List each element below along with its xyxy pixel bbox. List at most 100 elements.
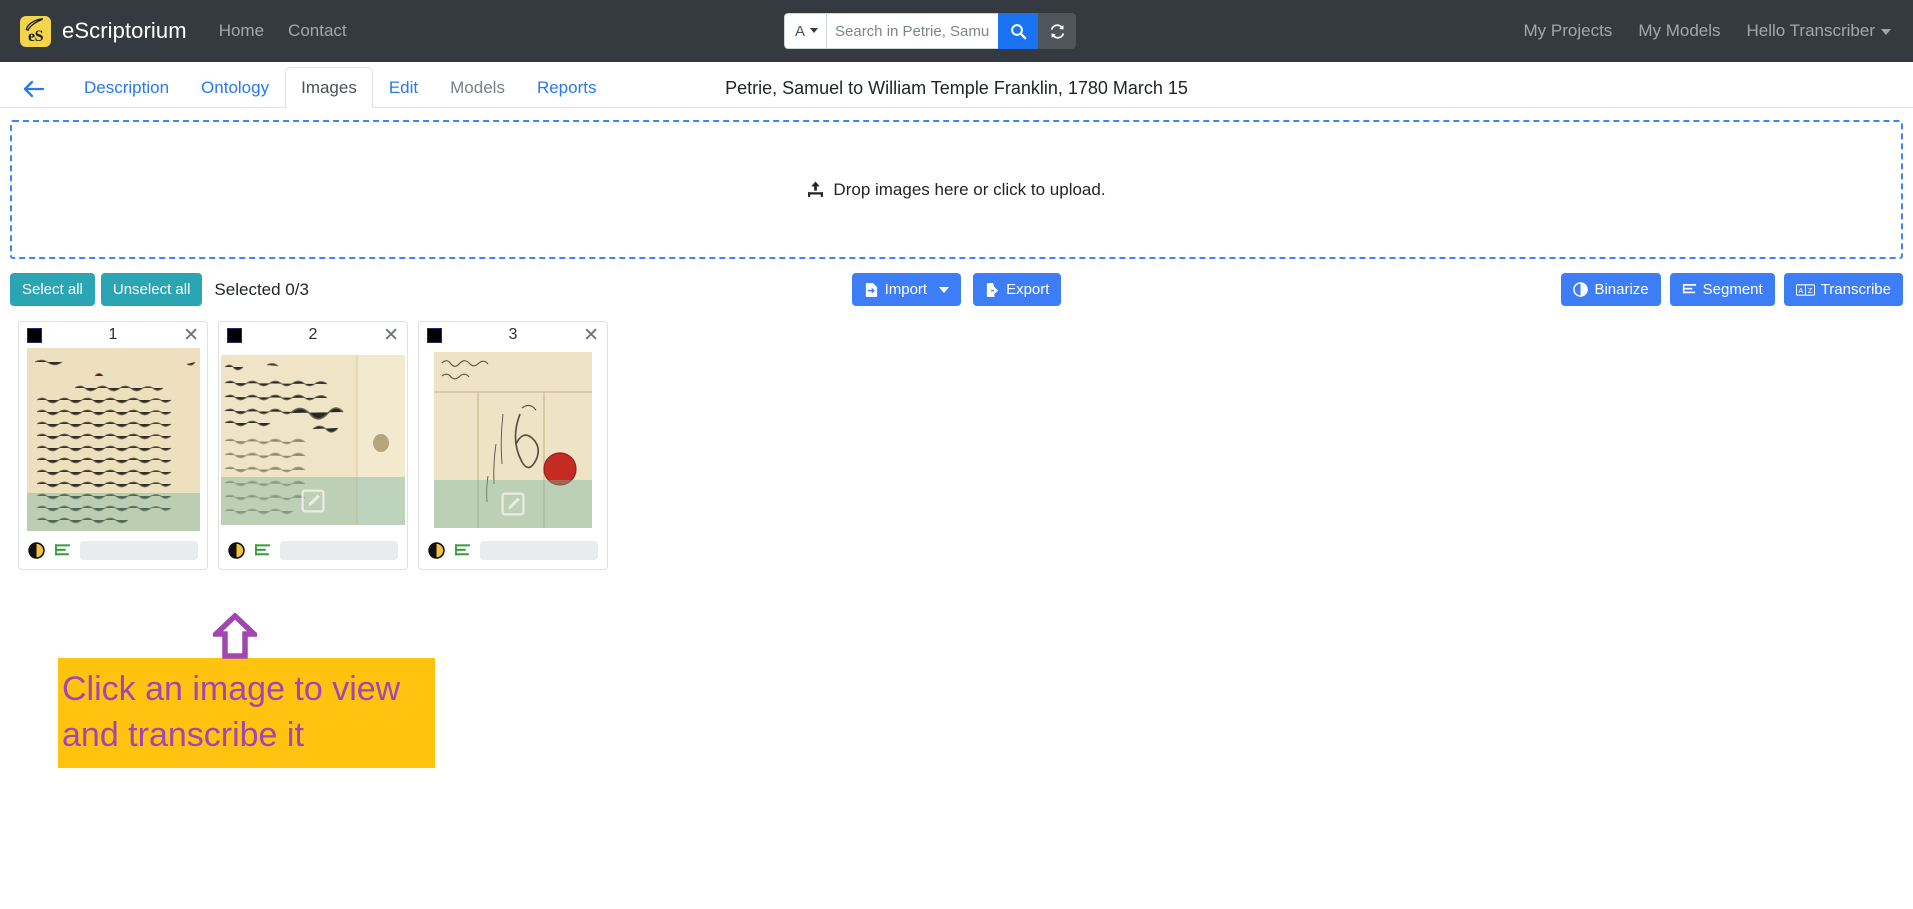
progress-bar [280, 540, 398, 560]
card-checkbox[interactable] [27, 327, 42, 343]
svg-text:Z: Z [1808, 286, 1813, 295]
card-number: 2 [308, 326, 318, 343]
card-number: 3 [508, 326, 518, 343]
annotation-callout: Click an image to view and transcribe it [58, 613, 435, 769]
lines-icon[interactable] [254, 542, 271, 559]
image-card[interactable]: 2 ✕ [218, 321, 408, 570]
refresh-button[interactable] [1038, 13, 1076, 49]
refresh-icon [1050, 23, 1064, 39]
tab-reports[interactable]: Reports [521, 67, 613, 108]
image-card[interactable]: 3 ✕ [418, 321, 608, 570]
lines-icon [1682, 284, 1696, 294]
images-toolbar: Select all Unselect all Selected 0/3 Imp… [0, 273, 1913, 309]
arrow-left-icon [23, 80, 45, 98]
search-input[interactable] [826, 13, 998, 49]
search-scope-select[interactable]: A [784, 13, 826, 49]
card-header: 1 ✕ [19, 322, 207, 348]
card-footer [19, 531, 207, 569]
tab-description[interactable]: Description [68, 67, 185, 108]
import-label: Import [884, 281, 928, 298]
close-icon[interactable]: ✕ [383, 326, 399, 345]
binarize-button[interactable]: Binarize [1561, 273, 1661, 306]
nav-link-my-projects[interactable]: My Projects [1524, 21, 1613, 41]
tab-bar: Description Ontology Images Edit Models … [0, 62, 1913, 108]
user-menu-label: Hello Transcriber [1746, 21, 1876, 40]
annotation-text-box: Click an image to view and transcribe it [58, 658, 435, 769]
chevron-down-icon [939, 286, 950, 293]
card-thumbnail[interactable] [26, 348, 200, 531]
card-header: 3 ✕ [419, 322, 607, 348]
tab-edit[interactable]: Edit [373, 67, 434, 108]
edit-square-icon[interactable] [301, 489, 325, 513]
toolbar-right: Binarize Segment A Z Transcribe [1561, 273, 1903, 306]
tab-ontology[interactable]: Ontology [185, 67, 285, 108]
card-checkbox[interactable] [427, 327, 442, 343]
search-button[interactable] [998, 13, 1038, 49]
dropzone-inner: Drop images here or click to upload. [807, 179, 1106, 200]
card-header: 2 ✕ [219, 322, 407, 348]
nav-links: Home Contact [219, 21, 347, 41]
segment-button[interactable]: Segment [1669, 273, 1775, 306]
contrast-icon [1573, 282, 1589, 297]
arrow-up-outline-icon [213, 613, 257, 659]
card-thumbnail-wrap[interactable] [419, 348, 607, 531]
upload-icon [808, 181, 824, 197]
quill-icon [25, 17, 44, 31]
thumbnail-overlay [221, 476, 405, 525]
image-dropzone[interactable]: Drop images here or click to upload. [10, 120, 1903, 259]
import-button[interactable]: Import [851, 273, 962, 306]
card-thumbnail[interactable] [221, 354, 405, 525]
transcribe-label: Transcribe [1820, 281, 1891, 298]
chevron-down-icon [1881, 28, 1891, 35]
card-number: 1 [108, 326, 118, 343]
lines-icon[interactable] [454, 542, 471, 559]
close-icon[interactable]: ✕ [583, 326, 599, 345]
search-scope-wrap: A [784, 13, 826, 49]
tab-models: Models [450, 78, 505, 98]
back-button[interactable] [22, 79, 46, 99]
export-button[interactable]: Export [973, 273, 1062, 306]
svg-text:A: A [1798, 286, 1803, 295]
nav-link-my-models[interactable]: My Models [1638, 21, 1720, 41]
transcribe-button[interactable]: A Z Transcribe [1783, 273, 1903, 306]
search-icon [1010, 23, 1026, 39]
edit-square-icon[interactable] [501, 492, 525, 516]
progress-bar [80, 540, 198, 560]
progress-bar [480, 540, 598, 560]
close-icon[interactable]: ✕ [183, 326, 199, 345]
top-navbar: eS eScriptorium Home Contact A Search in… [0, 0, 1913, 62]
image-card[interactable]: 1 ✕ [18, 321, 208, 570]
user-menu[interactable]: Hello Transcriber [1746, 21, 1891, 41]
card-checkbox[interactable] [227, 327, 242, 343]
dropzone-label: Drop images here or click to upload. [833, 179, 1106, 199]
annotation-line-1: Click an image to view [62, 670, 401, 708]
contrast-icon[interactable] [428, 541, 445, 559]
card-thumbnail-wrap[interactable] [219, 348, 407, 531]
lines-icon[interactable] [54, 542, 71, 559]
nav-link-contact[interactable]: Contact [288, 21, 347, 41]
az-icon: A Z [1795, 283, 1815, 296]
annotation-line-2: and transcribe it [62, 716, 304, 755]
contrast-icon[interactable] [228, 541, 245, 559]
segment-label: Segment [1702, 281, 1763, 298]
brand-name: eScriptorium [62, 18, 187, 43]
nav-right: My Projects My Models Hello Transcriber [1524, 0, 1891, 62]
contrast-icon[interactable] [28, 541, 45, 559]
card-thumbnail[interactable] [434, 351, 592, 528]
escriptorium-logo-icon: eS [20, 15, 51, 47]
image-card-list: 1 ✕ 2 ✕ 3 ✕ [0, 321, 1913, 570]
export-label: Export [1006, 281, 1050, 298]
thumbnail-overlay [434, 479, 592, 528]
search-group: A [784, 13, 1076, 49]
brand[interactable]: eS eScriptorium [20, 15, 187, 47]
tabs: Description Ontology Images Edit Models … [68, 67, 613, 108]
import-icon [865, 282, 877, 297]
tab-images[interactable]: Images [285, 67, 373, 108]
nav-link-home[interactable]: Home [219, 21, 264, 41]
binarize-label: Binarize [1594, 281, 1649, 298]
card-footer [419, 531, 607, 569]
card-thumbnail-wrap[interactable] [19, 348, 207, 531]
export-icon [986, 282, 999, 297]
thumbnail-overlay [26, 493, 200, 531]
card-footer [219, 531, 407, 569]
